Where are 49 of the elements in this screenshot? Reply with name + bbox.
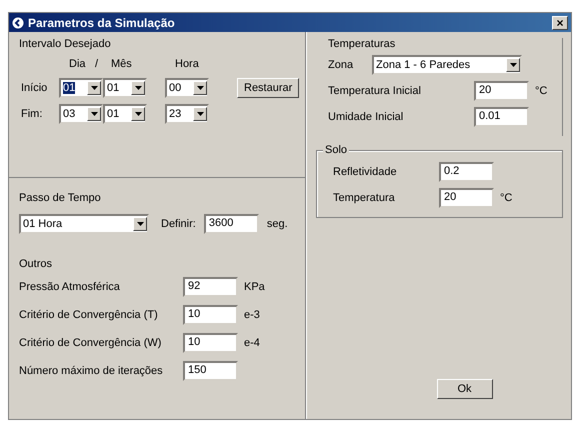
section-title: Temperaturas: [328, 38, 396, 50]
close-button[interactable]: ×: [552, 16, 568, 30]
column-header: Hora: [175, 58, 199, 70]
dropdown[interactable]: 01: [59, 78, 103, 98]
input-field[interactable]: 20: [474, 81, 529, 101]
ok-button[interactable]: Ok: [436, 379, 492, 399]
field-label: Critério de Convergência (W): [19, 337, 162, 349]
unit-label: e-4: [244, 337, 260, 349]
field-label: Umidade Inicial: [328, 111, 404, 123]
dropdown[interactable]: 01: [103, 104, 147, 124]
section-title: Outros: [19, 258, 54, 270]
dropdown[interactable]: 03: [59, 104, 103, 124]
field-label: Temperatura Inicial: [328, 85, 422, 97]
dropdown[interactable]: Zona 1 - 6 Paredes: [372, 55, 522, 75]
column-header: Mês: [111, 58, 132, 70]
input-field[interactable]: 92: [183, 277, 238, 297]
field-label: Critério de Convergência (T): [19, 309, 159, 321]
input-field[interactable]: 3600: [204, 214, 259, 234]
dropdown[interactable]: 23: [165, 104, 209, 124]
group-title: Solo: [323, 144, 350, 156]
field-label: Temperatura: [333, 192, 396, 204]
field-label: Número máximo de iterações: [19, 365, 164, 377]
unit-label: e-3: [244, 309, 260, 321]
input-field[interactable]: 0.2: [439, 162, 494, 182]
app-icon: [12, 16, 24, 28]
dropdown[interactable]: 00: [165, 78, 209, 98]
window-title: Parametros da Simulação: [28, 16, 176, 30]
unit-label: °C: [500, 192, 512, 204]
column-header: /: [95, 58, 98, 70]
dropdown[interactable]: 01 Hora: [19, 214, 149, 234]
field-label: Refletividade: [333, 166, 398, 178]
row-label: Fim:: [20, 108, 44, 120]
unit-label: °C: [535, 85, 548, 97]
unit-label: KPa: [244, 281, 265, 293]
field-label: Zona: [328, 59, 354, 71]
unit-label: seg.: [266, 218, 288, 230]
input-field[interactable]: 0.01: [474, 107, 529, 127]
field-label: Definir:: [161, 218, 196, 230]
input-field[interactable]: 10: [183, 333, 238, 353]
section-title: Passo de Tempo: [19, 192, 102, 204]
section-title: Intervalo Desejado: [19, 38, 112, 50]
row-label: Início: [20, 82, 48, 94]
field-label: Pressão Atmosférica: [19, 281, 121, 293]
dropdown[interactable]: 01: [103, 78, 147, 98]
column-header: Dia: [69, 58, 86, 70]
input-field[interactable]: 10: [183, 305, 238, 325]
restore-button[interactable]: Restaurar: [237, 78, 300, 98]
input-field[interactable]: 20: [439, 188, 494, 208]
input-field[interactable]: 150: [183, 361, 238, 381]
